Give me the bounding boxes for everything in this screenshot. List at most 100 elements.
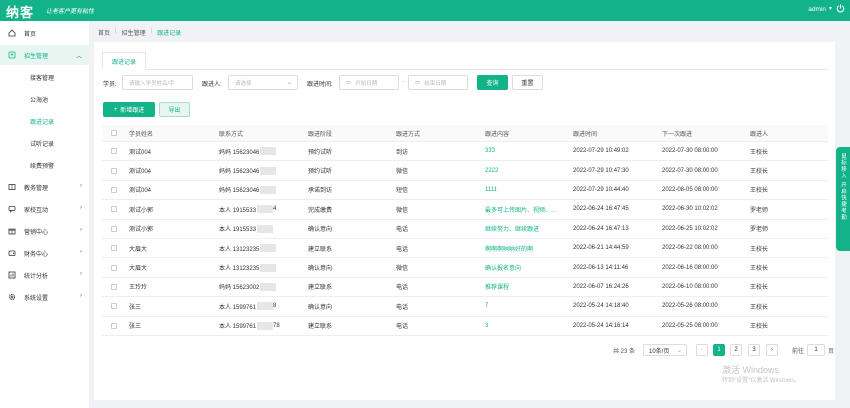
breadcrumb-home[interactable]: 首页 xyxy=(98,28,110,37)
cell-content[interactable]: 啊啊啊呐呐好的啊 xyxy=(485,239,533,257)
cell-stage: 确认意向 xyxy=(308,266,333,273)
sidebar-item-label: 营销中心 xyxy=(24,229,49,236)
page-1-button[interactable]: 1 xyxy=(713,344,725,356)
table-row: 王玲玲 妈妈 15623002 建立联系 电话 推荐课程 2022-06-07 16:24… xyxy=(102,278,828,298)
end-date-input[interactable]: ▭ 结束日期 xyxy=(408,75,468,90)
row-checkbox[interactable] xyxy=(111,283,117,290)
cell-name: 测试小郭 xyxy=(129,227,154,234)
cell-method: 到访 xyxy=(396,149,409,156)
cell-next: 2022-05-26 08:00:00 xyxy=(662,303,718,310)
contact-tail: 4 xyxy=(273,206,277,213)
cell-content[interactable]: 继续努力、继续跟进 xyxy=(485,220,539,238)
cell-stage: 预约试听 xyxy=(308,169,333,176)
power-icon[interactable] xyxy=(835,3,846,14)
sidebar-sub-follow-record[interactable]: 跟进记录 xyxy=(0,111,89,131)
row-checkbox[interactable] xyxy=(111,322,117,329)
cell-content[interactable]: 333 xyxy=(485,142,495,160)
follower-select[interactable]: 请选择 ⌄ xyxy=(228,75,298,90)
cell-content[interactable]: 1111 xyxy=(485,181,497,199)
cell-contact: 妈妈 15623046 xyxy=(219,161,277,179)
cell-content[interactable]: 7 xyxy=(485,297,488,315)
cell-next: 2022-07-30 08:00:00 xyxy=(662,167,718,174)
table-body: 测试004 妈妈 15623046 预约试听 到访 333 2022-07-29 10:4… xyxy=(102,142,828,336)
breadcrumb-enroll[interactable]: 招生管理 xyxy=(122,28,146,37)
cell-stage: 建立联系 xyxy=(308,246,333,253)
row-checkbox[interactable] xyxy=(111,148,117,155)
chart-icon xyxy=(8,271,16,279)
column-header: 跟进人 xyxy=(750,131,769,138)
home-icon xyxy=(8,29,16,37)
student-input[interactable]: 请输入学员姓名/手 xyxy=(122,75,193,90)
page-3-button[interactable]: 3 xyxy=(748,344,760,356)
export-button[interactable]: 导出 xyxy=(159,102,190,117)
tab-divider xyxy=(102,69,828,70)
column-header: 联系方式 xyxy=(219,131,244,138)
sidebar-item-home[interactable]: 首页 xyxy=(0,23,89,43)
cell-contact: 本人 1599761 8 xyxy=(219,297,276,315)
cell-time: 2022-07-29 10:44:40 xyxy=(573,186,629,193)
tab-follow-record[interactable]: 跟进记录 xyxy=(102,52,146,70)
row-checkbox[interactable] xyxy=(111,206,117,213)
page-2-button[interactable]: 2 xyxy=(730,344,742,356)
row-checkbox[interactable] xyxy=(111,167,117,174)
cell-stage: 建立联系 xyxy=(308,285,333,292)
sidebar-sub-reception[interactable]: 接客管理 xyxy=(0,67,89,87)
page-size-select[interactable]: 10条/页 ⌄ xyxy=(643,344,687,356)
table-row: 张三 本人 1599761 78 建立联系 电话 3 2022-05-24 14:16:14… xyxy=(102,317,828,336)
user-menu[interactable]: admin xyxy=(808,6,826,13)
masked-number xyxy=(257,302,274,311)
prev-page-button[interactable]: ‹ xyxy=(696,344,708,356)
contact-text: 本人 13123235 xyxy=(219,266,260,273)
cell-content[interactable]: 3 xyxy=(485,317,488,335)
contact-text: 本人 1599761 xyxy=(219,324,257,331)
cell-name: 测试小郭 xyxy=(129,207,154,214)
cell-next: 2022-06-10 08:00:00 xyxy=(662,283,718,290)
sidebar-item-settings[interactable]: 系统设置 › xyxy=(0,287,89,307)
goto-page-input[interactable]: 1 xyxy=(807,344,825,356)
cell-next: 2022-08-05 08:00:00 xyxy=(662,186,718,193)
add-follow-button[interactable]: + 新增跟进 xyxy=(103,102,155,117)
sidebar-item-interaction[interactable]: 家校互动 › xyxy=(0,199,89,219)
activation-watermark-subtitle: 转到"设置"以激活 Windows。 xyxy=(722,378,801,384)
calendar-icon: ▭ xyxy=(415,79,421,86)
logo: 纳客 xyxy=(6,6,35,21)
goto-label: 前往 xyxy=(792,348,805,355)
sidebar-item-label: 教务管理 xyxy=(24,185,49,192)
sidebar-item-finance[interactable]: 财务中心 › xyxy=(0,243,89,263)
row-checkbox[interactable] xyxy=(111,225,117,232)
sidebar-item-marketing[interactable]: 营销中心 › xyxy=(0,221,89,241)
sidebar-item-academic[interactable]: 教务管理 › xyxy=(0,177,89,197)
table-row: 测试004 妈妈 15623046 预约试听 微信 2222 2022-07-29 10:… xyxy=(102,161,828,181)
pagination-total: 共 23 条 xyxy=(613,348,636,355)
cell-name: 大眉大 xyxy=(129,246,148,253)
quick-attendance-tab[interactable]: 鼠标移入 开启快捷考勤 xyxy=(836,147,850,251)
cell-content[interactable]: 2222 xyxy=(485,161,498,179)
cell-method: 短信 xyxy=(396,188,409,195)
cell-content[interactable]: 确认报名意向 xyxy=(485,258,521,276)
sidebar-item-enroll[interactable]: 招生管理 ︿ xyxy=(0,45,89,65)
sidebar-sub-pool[interactable]: 公海池 xyxy=(0,89,89,109)
row-checkbox[interactable] xyxy=(111,245,117,252)
cell-content[interactable]: 最多可上传图片、视频、... xyxy=(485,200,556,218)
cell-time: 2022-06-07 16:24:26 xyxy=(573,283,629,290)
row-checkbox[interactable] xyxy=(111,186,117,193)
sidebar-sub-trial-record[interactable]: 试听记录 xyxy=(0,133,89,153)
row-checkbox[interactable] xyxy=(111,264,117,271)
cell-contact: 本人 1599761 78 xyxy=(219,317,280,335)
select-all-checkbox[interactable] xyxy=(111,130,117,136)
next-page-button[interactable]: › xyxy=(766,344,778,356)
start-date-input[interactable]: ▭ 开始日期 xyxy=(339,75,399,90)
sidebar-sub-renewal-alert[interactable]: 续费预警 xyxy=(0,155,89,175)
cell-content[interactable]: 推荐课程 xyxy=(485,278,509,296)
sidebar-item-statistics[interactable]: 统计分析 › xyxy=(0,265,89,285)
column-header: 跟进阶段 xyxy=(308,131,333,138)
reset-button[interactable]: 重置 xyxy=(512,75,543,90)
search-button[interactable]: 查询 xyxy=(477,75,508,90)
chevron-down-icon[interactable]: ▼ xyxy=(828,6,833,12)
row-checkbox[interactable] xyxy=(111,303,117,310)
cell-contact: 本人 13123235 xyxy=(219,239,277,257)
cell-person: 罗老师 xyxy=(750,207,769,214)
cell-person: 王校长 xyxy=(750,285,769,292)
cell-time: 2022-06-24 16:47:45 xyxy=(573,206,629,213)
cell-person: 王校长 xyxy=(750,304,769,311)
